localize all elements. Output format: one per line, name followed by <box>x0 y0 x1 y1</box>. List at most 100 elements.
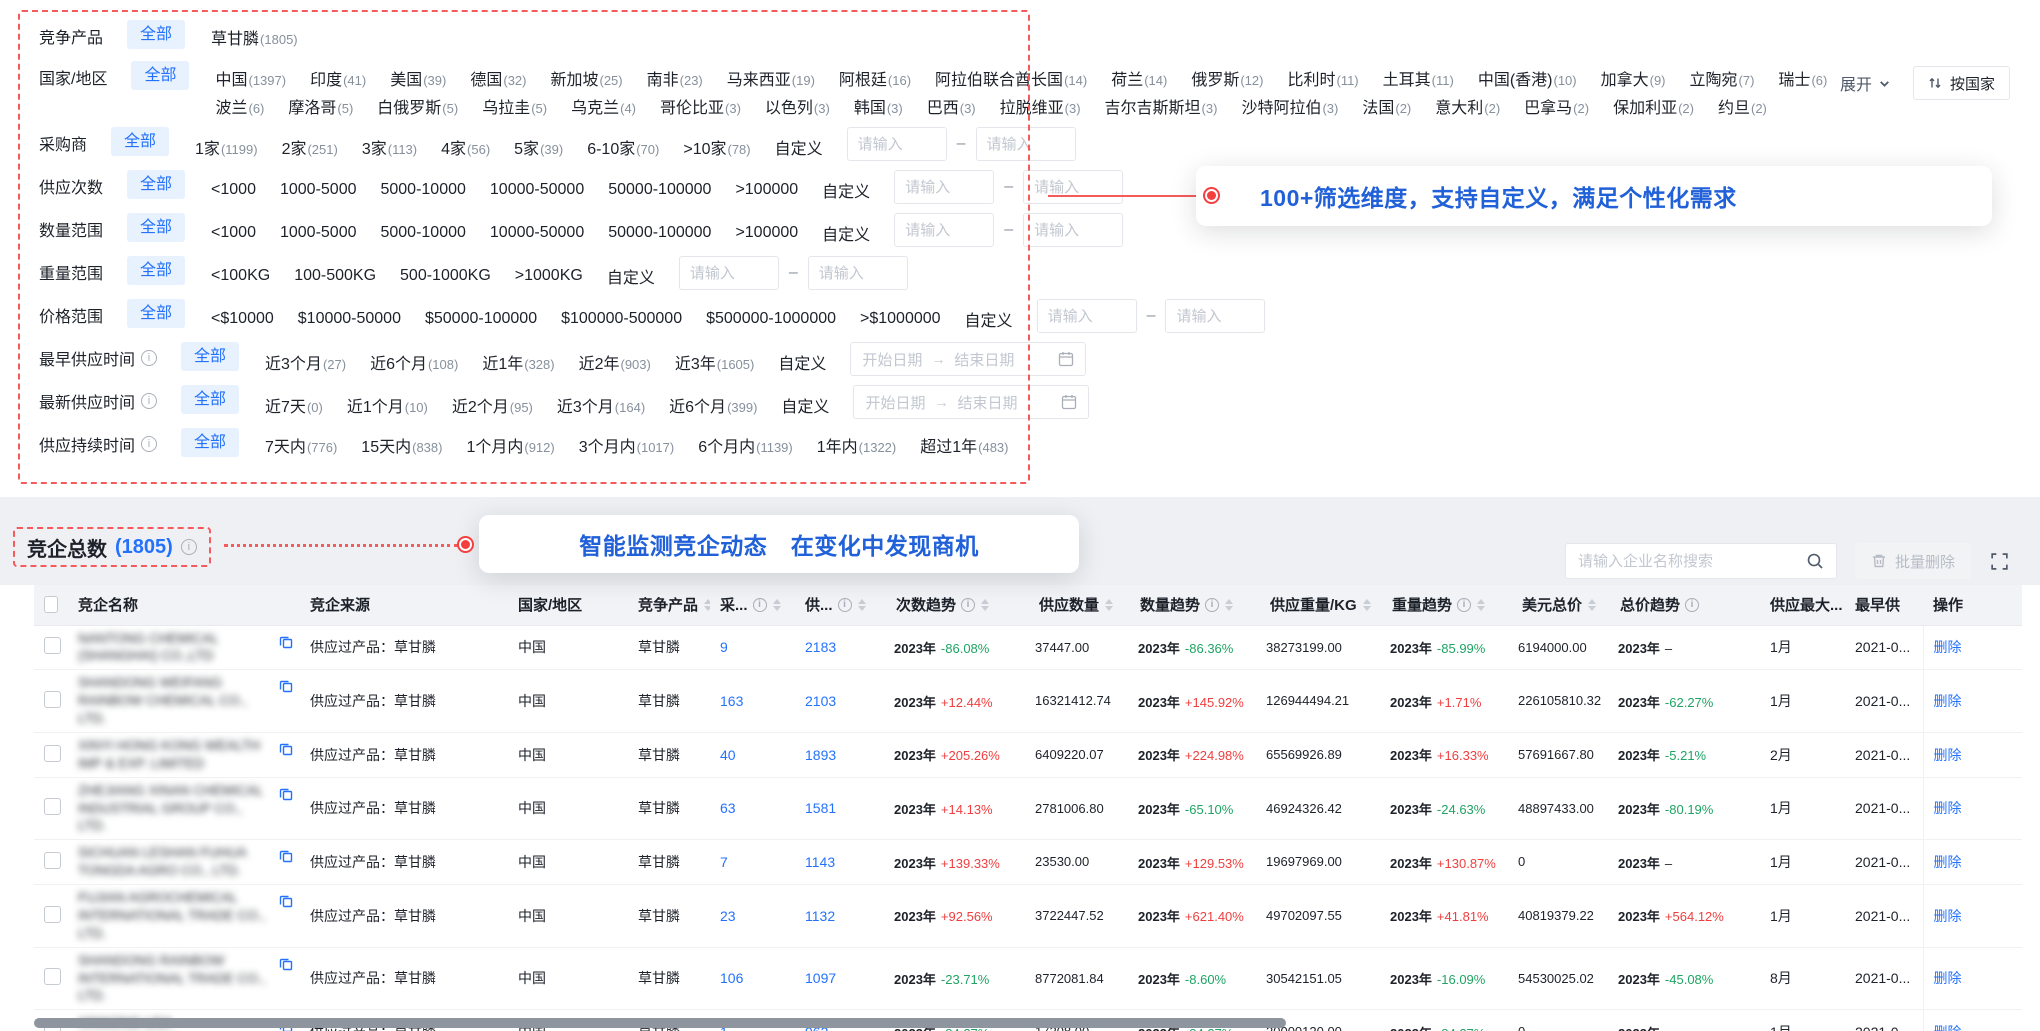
column-header-count_trend[interactable]: 次数趋势i <box>886 585 1029 625</box>
filter-option[interactable]: 近1个月(10) <box>347 393 428 417</box>
cell-select[interactable] <box>34 947 68 1010</box>
cell-select[interactable] <box>34 670 68 733</box>
filter-option[interactable]: 近6个月(399) <box>669 393 757 417</box>
filter-option[interactable]: 俄罗斯(12) <box>1191 66 1263 90</box>
sort-icons[interactable] <box>858 599 866 611</box>
filter-option[interactable]: 印度(41) <box>310 66 366 90</box>
filter-option-all[interactable]: 全部 <box>127 213 185 242</box>
cell-select[interactable] <box>34 777 68 840</box>
filter-option[interactable]: 南非(23) <box>647 66 703 90</box>
sort-icons[interactable] <box>704 599 710 611</box>
filter-max-input[interactable] <box>1165 299 1265 333</box>
filter-option[interactable]: <1000 <box>211 181 256 199</box>
delete-link[interactable]: 删除 <box>1934 747 1962 763</box>
filter-option[interactable]: 保加利亚(2) <box>1613 94 1694 118</box>
scrollbar-thumb[interactable] <box>34 1018 1286 1028</box>
filter-option-all[interactable]: 全部 <box>181 342 239 371</box>
filter-option[interactable]: 巴西(3) <box>927 94 976 118</box>
filter-option[interactable]: 约旦(2) <box>1718 94 1767 118</box>
filter-custom-option[interactable]: 自定义 <box>778 350 826 374</box>
filter-option[interactable]: <1000 <box>211 224 256 242</box>
cell-supplies[interactable]: 1143 <box>795 840 886 885</box>
cell-supplies[interactable]: 2183 <box>795 625 886 670</box>
filter-option[interactable]: 近3个月(27) <box>265 350 346 374</box>
cell-buyers[interactable]: 106 <box>710 947 795 1010</box>
cell-supplies[interactable]: 1097 <box>795 947 886 1010</box>
filter-custom-option[interactable]: 自定义 <box>965 307 1013 331</box>
sort-icons[interactable] <box>1225 599 1233 611</box>
filter-option[interactable]: 近1年(328) <box>482 350 554 374</box>
filter-min-input[interactable] <box>894 213 994 247</box>
row-checkbox[interactable] <box>44 906 61 923</box>
column-header-product[interactable]: 竞争产品 <box>628 585 710 625</box>
copy-icon[interactable] <box>279 742 293 756</box>
filter-option[interactable]: 荷兰(14) <box>1111 66 1167 90</box>
filter-option-all[interactable]: 全部 <box>181 428 239 457</box>
filter-max-input[interactable] <box>1023 213 1123 247</box>
filter-option[interactable]: 1年内(1322) <box>817 433 896 457</box>
copy-icon[interactable] <box>279 957 293 971</box>
filter-option[interactable]: 50000-100000 <box>608 224 711 242</box>
sort-icons[interactable] <box>981 599 989 611</box>
copy-icon[interactable] <box>279 787 293 801</box>
filter-option[interactable]: <100KG <box>211 267 270 285</box>
filter-max-input[interactable] <box>1023 170 1123 204</box>
filter-option[interactable]: 10000-50000 <box>490 224 584 242</box>
column-header-qty_trend[interactable]: 数量趋势i <box>1130 585 1260 625</box>
filter-option[interactable]: 乌拉圭(5) <box>482 94 547 118</box>
cell-buyers[interactable]: 40 <box>710 732 795 777</box>
filter-option[interactable]: 4家(56) <box>441 135 490 159</box>
row-checkbox[interactable] <box>44 691 61 708</box>
filter-option[interactable]: 近6个月(108) <box>370 350 458 374</box>
filter-option-all[interactable]: 全部 <box>111 127 169 156</box>
filter-option[interactable]: 马来西亚(19) <box>727 66 815 90</box>
select-all-checkbox[interactable] <box>44 596 58 613</box>
column-header-supplies[interactable]: 供...i <box>795 585 886 625</box>
filter-custom-option[interactable]: 自定义 <box>607 264 655 288</box>
filter-option[interactable]: 5家(39) <box>514 135 563 159</box>
filter-option[interactable]: 1000-5000 <box>280 224 357 242</box>
filter-option[interactable]: 新加坡(25) <box>550 66 622 90</box>
filter-option[interactable]: 中国(1397) <box>215 66 286 90</box>
filter-option[interactable]: >100000 <box>735 181 798 199</box>
filter-option[interactable]: >$1000000 <box>860 310 941 328</box>
cell-action[interactable]: 删除 <box>1923 670 2022 733</box>
filter-option[interactable]: 阿拉伯联合酋长国(14) <box>935 66 1087 90</box>
filter-option[interactable]: 波兰(6) <box>215 94 264 118</box>
filter-option[interactable]: 5000-10000 <box>380 224 465 242</box>
cell-supplies[interactable]: 1132 <box>795 885 886 948</box>
delete-link[interactable]: 删除 <box>1934 693 1962 709</box>
filter-min-input[interactable] <box>1037 299 1137 333</box>
filter-option[interactable]: >100000 <box>735 224 798 242</box>
sort-icons[interactable] <box>773 599 781 611</box>
delete-link[interactable]: 删除 <box>1934 854 1962 870</box>
filter-option[interactable]: 意大利(2) <box>1435 94 1500 118</box>
filter-min-input[interactable] <box>679 256 779 290</box>
column-header-select[interactable] <box>34 585 68 625</box>
filter-option[interactable]: 土耳其(11) <box>1383 66 1454 90</box>
sort-icons[interactable] <box>1363 599 1371 611</box>
cell-action[interactable]: 删除 <box>1923 625 2022 670</box>
cell-action[interactable]: 删除 <box>1923 777 2022 840</box>
expand-toggle[interactable]: 展开 <box>1840 71 1891 95</box>
cell-buyers[interactable]: 63 <box>710 777 795 840</box>
copy-icon[interactable] <box>279 679 293 693</box>
filter-option-all[interactable]: 全部 <box>127 170 185 199</box>
cell-select[interactable] <box>34 625 68 670</box>
search-icon[interactable] <box>1806 552 1824 570</box>
fullscreen-icon[interactable] <box>1989 551 2010 572</box>
filter-option[interactable]: 瑞士(6) <box>1778 66 1827 90</box>
filter-option[interactable]: $10000-50000 <box>298 310 401 328</box>
filter-min-input[interactable] <box>894 170 994 204</box>
filter-custom-option[interactable]: 自定义 <box>822 221 870 245</box>
filter-option[interactable]: 近3年(1605) <box>675 350 754 374</box>
cell-select[interactable] <box>34 885 68 948</box>
filter-option[interactable]: 德国(32) <box>470 66 526 90</box>
sort-icons[interactable] <box>1588 599 1596 611</box>
bulk-delete-button[interactable]: 批量删除 <box>1855 543 1971 579</box>
filter-option[interactable]: 哥伦比亚(3) <box>660 94 741 118</box>
delete-link[interactable]: 删除 <box>1934 800 1962 816</box>
cell-supplies[interactable]: 1893 <box>795 732 886 777</box>
filter-option[interactable]: 近7天(0) <box>265 393 323 417</box>
cell-action[interactable]: 删除 <box>1923 885 2022 948</box>
